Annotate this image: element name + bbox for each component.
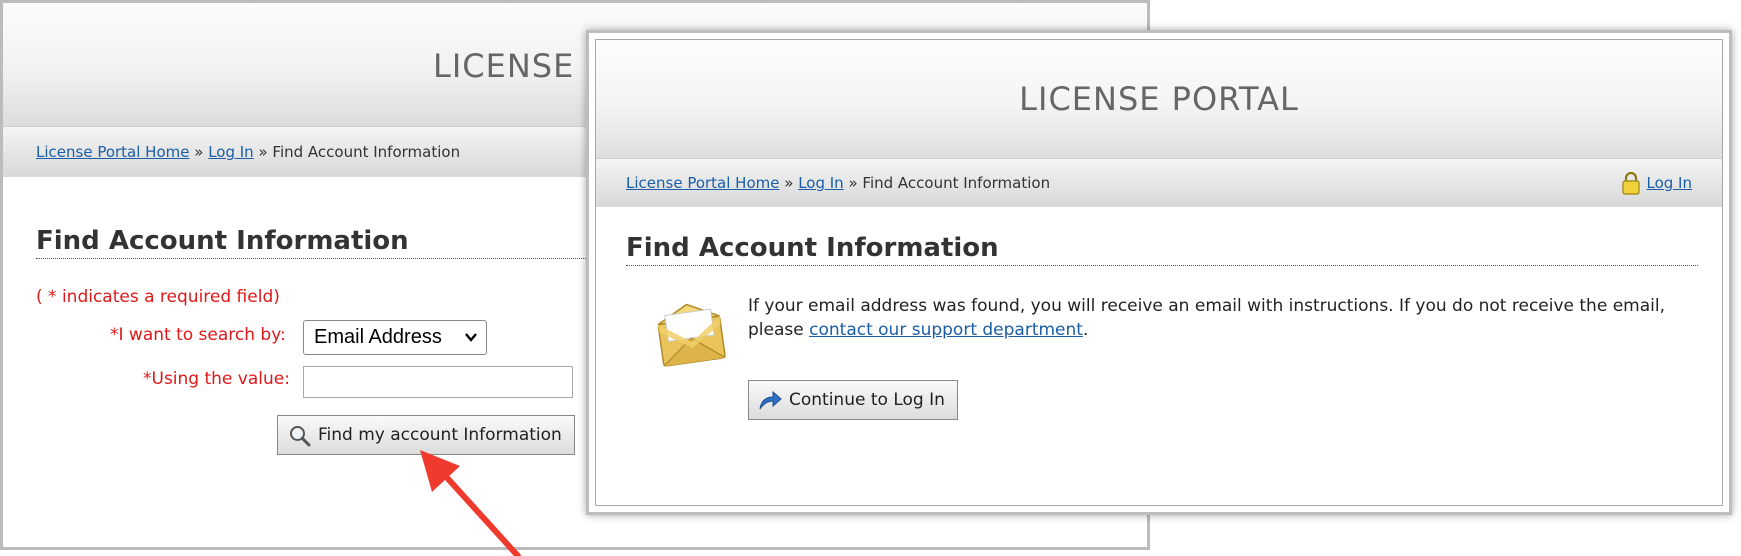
continue-to-login-button-label: Continue to Log In xyxy=(789,390,945,410)
contact-support-link[interactable]: contact our support department xyxy=(809,320,1083,340)
header-login[interactable]: Log In xyxy=(1621,171,1693,195)
breadcrumb-bar: License Portal Home » Log In » Find Acco… xyxy=(596,158,1722,207)
magnifier-icon xyxy=(290,426,311,447)
forward-arrow-icon xyxy=(759,390,782,410)
breadcrumb-current: Find Account Information xyxy=(862,174,1051,192)
breadcrumb-separator: » xyxy=(843,174,863,192)
portal-title: LICENSE PORTAL xyxy=(1019,80,1299,118)
required-field-note: ( * indicates a required field) xyxy=(36,287,280,307)
annotation-arrow xyxy=(420,450,521,556)
chevron-down-icon xyxy=(464,321,478,366)
padlock-icon xyxy=(1621,171,1640,195)
breadcrumb-login-link[interactable]: Log In xyxy=(798,174,844,192)
breadcrumb-separator: » xyxy=(189,143,209,161)
breadcrumb-current: Find Account Information xyxy=(272,143,461,161)
search-by-select[interactable]: Email Address xyxy=(303,320,487,355)
portal-title: LICENSE xyxy=(433,47,575,85)
breadcrumb-separator: » xyxy=(253,143,273,161)
confirmation-window: LICENSE PORTAL License Portal Home » Log… xyxy=(586,30,1732,515)
breadcrumb: License Portal Home » Log In » Find Acco… xyxy=(626,174,1050,192)
breadcrumb-home-link[interactable]: License Portal Home xyxy=(626,174,779,192)
breadcrumb: License Portal Home » Log In » Find Acco… xyxy=(36,143,460,161)
confirmation-message: If your email address was found, you wil… xyxy=(748,294,1678,342)
confirmation-window-content: LICENSE PORTAL License Portal Home » Log… xyxy=(595,39,1723,506)
continue-to-login-button[interactable]: Continue to Log In xyxy=(748,380,958,420)
search-value-input[interactable] xyxy=(303,366,573,398)
using-value-label: *Using the value: xyxy=(143,369,290,389)
page-title: Find Account Information xyxy=(626,233,1698,266)
envelope-icon xyxy=(657,303,726,367)
confirmation-message-end: . xyxy=(1082,320,1089,340)
breadcrumb-separator: » xyxy=(779,174,799,192)
breadcrumb-home-link[interactable]: License Portal Home xyxy=(36,143,189,161)
search-by-selected-value: Email Address xyxy=(314,326,442,348)
header-login-link[interactable]: Log In xyxy=(1647,174,1693,192)
portal-header: LICENSE PORTAL xyxy=(596,40,1722,158)
find-account-button-label: Find my account Information xyxy=(318,425,562,445)
breadcrumb-login-link[interactable]: Log In xyxy=(208,143,254,161)
page-title: Find Account Information xyxy=(36,226,596,259)
search-by-label: *I want to search by: xyxy=(110,325,286,345)
